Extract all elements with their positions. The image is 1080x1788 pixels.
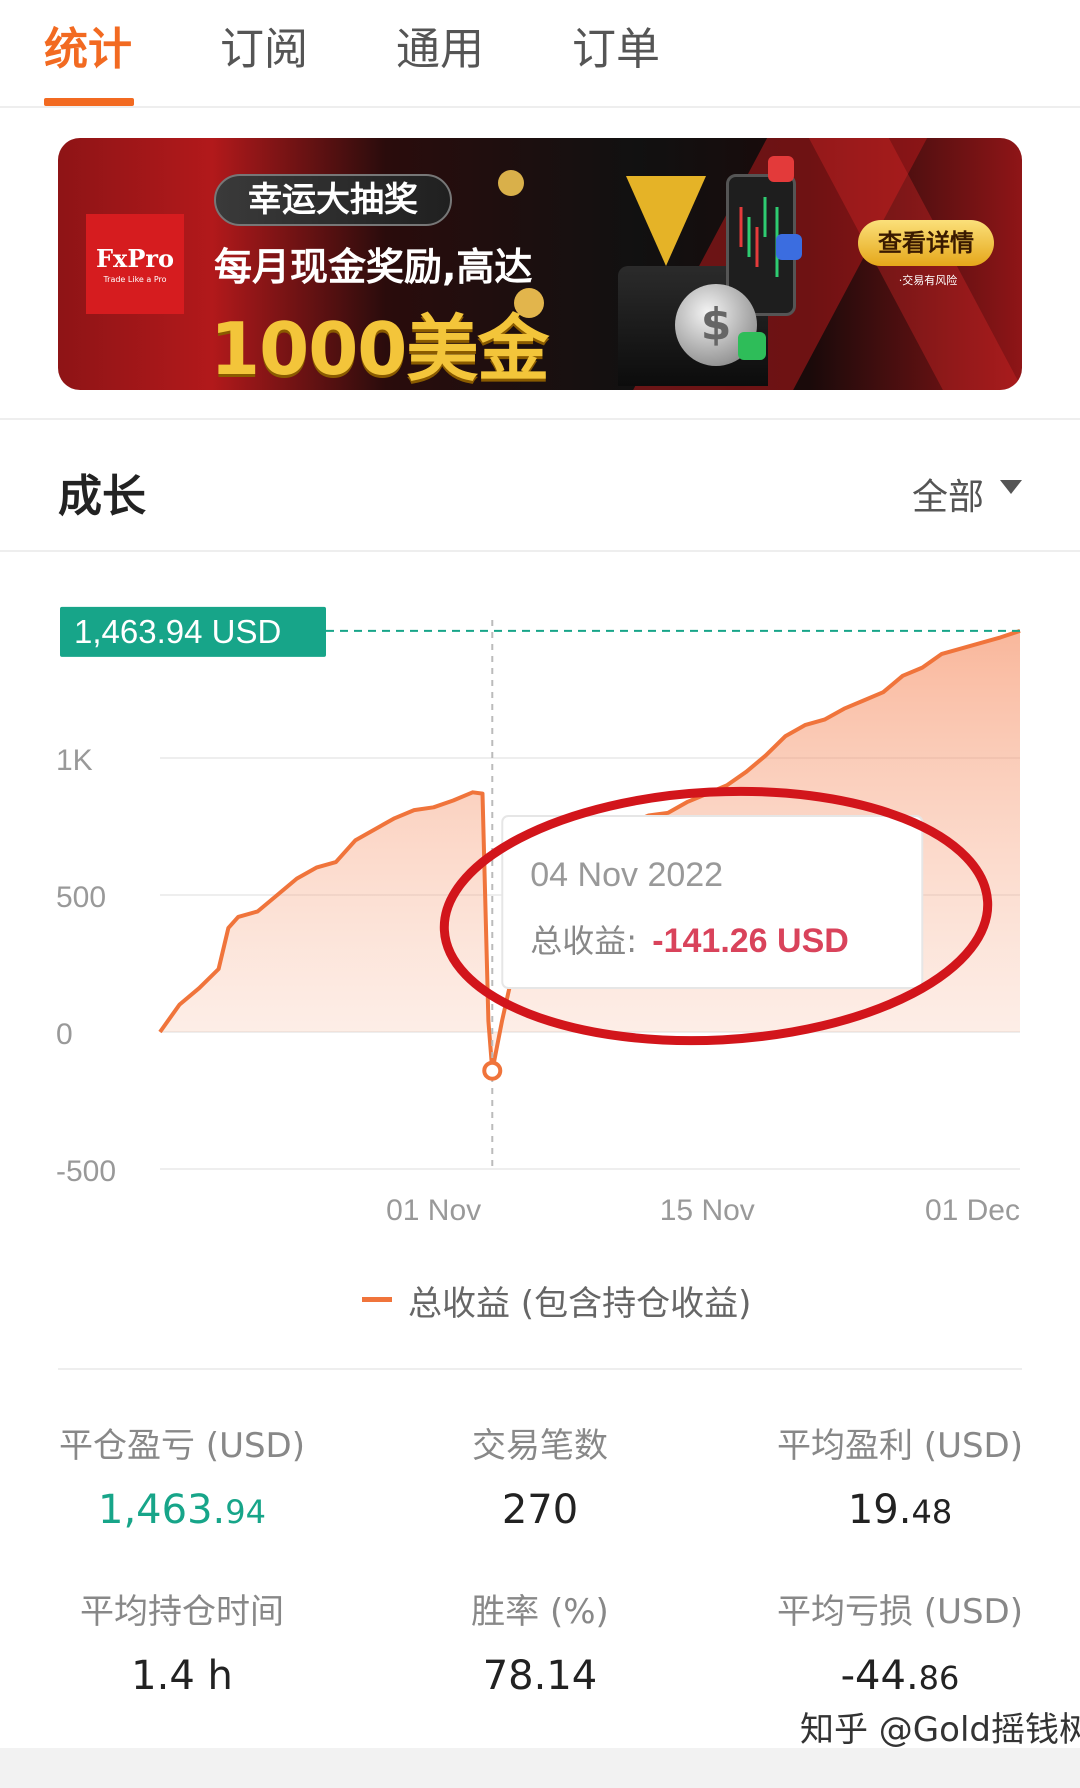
stat-value: 1,463.94 — [2, 1487, 362, 1533]
stat-avg-loss: 平均亏损 (USD) -44.86 — [720, 1584, 1080, 1699]
y-tick-label: 0 — [56, 1018, 73, 1051]
divider — [0, 550, 1080, 552]
stat-value-int: 270 — [501, 1487, 579, 1533]
divider — [58, 1368, 1022, 1370]
current-value-label: 1,463.94 USD — [74, 613, 281, 650]
tooltip-date: 04 Nov 2022 — [530, 856, 723, 894]
stat-value: 19.48 — [720, 1487, 1080, 1533]
y-axis-ticks: 1K 500 0 -500 — [56, 744, 116, 1188]
stat-label: 平仓盈亏 (USD) — [59, 1426, 305, 1466]
growth-title: 成长 — [58, 471, 146, 522]
stat-label: 平均持仓时间 — [80, 1592, 284, 1632]
gold-v-icon — [626, 176, 706, 266]
stat-label: 平均亏损 (USD) — [777, 1592, 1023, 1632]
watermark: 知乎 @Gold摇钱树 — [800, 1710, 1080, 1750]
stat-trade-count: 交易笔数 270 — [360, 1418, 720, 1533]
y-tick-label: 500 — [56, 881, 106, 914]
stat-value: -44.86 — [720, 1653, 1080, 1699]
x-tick-label: 15 Nov — [660, 1194, 755, 1227]
growth-chart[interactable]: 1K 500 0 -500 01 Nov 15 Nov 01 Dec 1,463.94 U… — [0, 560, 1080, 1260]
active-tab-indicator — [44, 98, 134, 106]
stat-value-int: 1.4 h — [131, 1653, 233, 1699]
current-value-badge: 1,463.94 USD — [60, 606, 326, 657]
stat-value-int: 19. — [847, 1487, 912, 1533]
stat-value-int: 1,463. — [98, 1487, 226, 1533]
stat-win-rate: 胜率 (%) 78.14 — [360, 1584, 720, 1699]
chevron-down-icon[interactable] — [1000, 480, 1022, 494]
view-details-button[interactable]: 查看详情 — [858, 220, 994, 266]
footer-band — [0, 1748, 1080, 1788]
divider — [0, 418, 1080, 420]
fxpro-logo: FxPro Trade Like a Pro — [86, 214, 184, 314]
stat-label: 平均盈利 (USD) — [777, 1426, 1023, 1466]
top-tab-bar: 统计 订阅 通用 订单 — [0, 0, 1080, 108]
legend-label[interactable]: 总收益 (包含持仓收益) — [408, 1276, 751, 1325]
hover-point — [482, 1060, 503, 1081]
promo-amount: 1000美金 — [210, 307, 549, 390]
x-tick-label: 01 Dec — [925, 1194, 1020, 1227]
stat-value: 270 — [360, 1487, 720, 1533]
x-tick-label: 01 Nov — [386, 1194, 481, 1227]
cash-icon — [738, 332, 766, 360]
stat-label: 胜率 (%) — [471, 1592, 609, 1632]
stat-realized-pl: 平仓盈亏 (USD) 1,463.94 — [2, 1418, 362, 1533]
tab-statistics[interactable]: 统计 — [44, 22, 132, 78]
legend-swatch — [362, 1297, 392, 1302]
fxpro-logo-text: FxPro — [95, 244, 175, 273]
tab-subscribe[interactable]: 订阅 — [220, 22, 308, 78]
y-tick-label: 1K — [56, 744, 93, 777]
stat-value: 1.4 h — [2, 1653, 362, 1699]
stat-value-frac: 86 — [918, 1659, 960, 1697]
tab-general[interactable]: 通用 — [396, 22, 484, 78]
promo-pill: 幸运大抽奖 — [214, 174, 452, 226]
risk-warning: ·交易有风险 — [898, 274, 958, 287]
x-axis-ticks: 01 Nov 15 Nov 01 Dec — [386, 1194, 1020, 1227]
stat-avg-profit: 平均盈利 (USD) 19.48 — [720, 1418, 1080, 1533]
drop-coin-icon — [498, 170, 524, 196]
stat-value-int: 78.14 — [482, 1653, 598, 1699]
stat-label: 交易笔数 — [472, 1426, 608, 1466]
stat-value: 78.14 — [360, 1653, 720, 1699]
stat-value-frac: 94 — [225, 1493, 266, 1531]
stat-value-frac: 48 — [911, 1493, 953, 1531]
stat-value-int: -44. — [840, 1653, 919, 1699]
tab-orders[interactable]: 订单 — [572, 22, 660, 78]
chart-tooltip: 04 Nov 2022 总收益: -141.26 USD — [501, 815, 924, 989]
tesla-icon — [768, 156, 794, 182]
promo-headline: 每月现金奖励,高达 — [214, 245, 533, 289]
tooltip-label: 总收益: — [530, 922, 637, 960]
fxpro-logo-tagline: Trade Like a Pro — [103, 275, 167, 284]
promo-banner[interactable]: FxPro Trade Like a Pro 幸运大抽奖 每月现金奖励,高达 1… — [58, 138, 1022, 390]
tooltip-value: -141.26 USD — [652, 922, 849, 960]
bitcoin-coin-icon — [514, 288, 544, 318]
stat-avg-hold-time: 平均持仓时间 1.4 h — [2, 1584, 362, 1699]
drop-blue-icon — [776, 234, 802, 260]
range-dropdown[interactable]: 全部 — [912, 468, 984, 520]
y-tick-label: -500 — [56, 1155, 116, 1188]
